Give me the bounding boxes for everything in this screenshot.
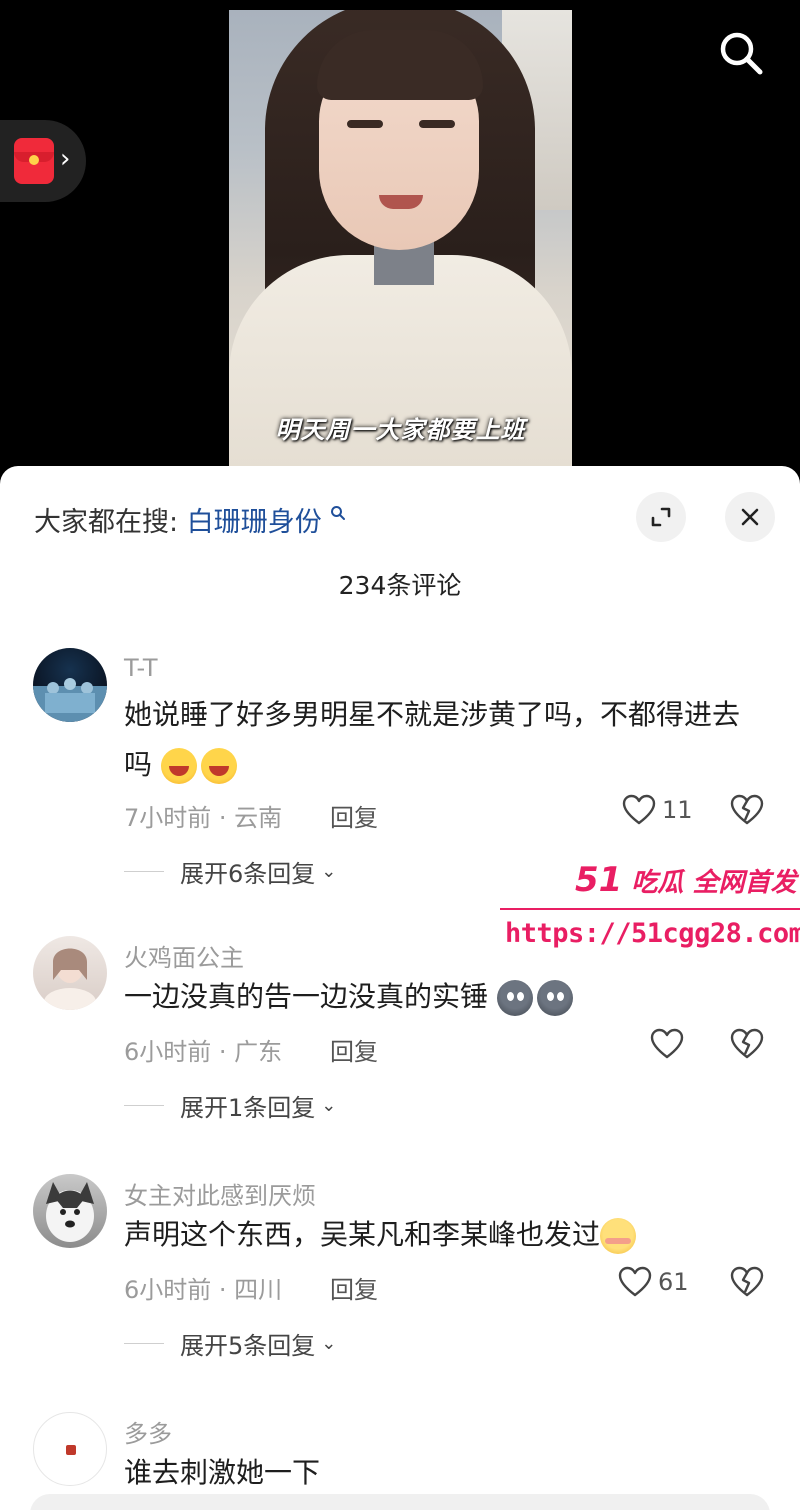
chevron-down-icon: ⌄ bbox=[321, 861, 337, 882]
small-search-icon bbox=[330, 505, 346, 526]
expand-replies-button[interactable]: 展开5条回复 ⌄ bbox=[124, 1326, 336, 1361]
like-button[interactable]: 11 bbox=[622, 794, 693, 826]
laugh-cry-emoji-icon bbox=[200, 748, 237, 784]
like-count: 61 bbox=[658, 1268, 689, 1296]
comment-text-content: 声明这个东西，吴某凡和李某峰也发过 bbox=[124, 1218, 601, 1251]
close-icon[interactable] bbox=[725, 492, 775, 542]
chevron-down-icon: ⌄ bbox=[321, 1095, 337, 1116]
comment-meta: 6小时前 · 广东 bbox=[124, 1038, 283, 1066]
watermark-brand: 51 吃瓜 全网首发 bbox=[575, 860, 796, 900]
avatar[interactable] bbox=[33, 936, 107, 1010]
avatar[interactable] bbox=[33, 1412, 107, 1486]
dislike-button[interactable] bbox=[730, 1266, 764, 1302]
expand-replies-label: 展开1条回复 bbox=[180, 1094, 316, 1122]
hot-search-link[interactable]: 大家都在搜: 白珊珊身份 bbox=[34, 500, 346, 539]
expand-replies-button[interactable]: 展开6条回复 ⌄ bbox=[124, 854, 336, 889]
hot-search-prefix: 大家都在搜: bbox=[34, 507, 179, 538]
video-frame[interactable]: 明天周一大家都要上班 bbox=[229, 10, 572, 475]
comment-sheet: 大家都在搜: 白珊珊身份 234条评论 T-T 她说睡了好多男明星不就是涉黄了吗… bbox=[0, 466, 800, 1510]
video-person-bangs bbox=[317, 30, 483, 100]
watermark-divider bbox=[500, 908, 800, 910]
comment-text-content: 一边没真的告一边没真的实锤 bbox=[124, 980, 489, 1013]
watermark-number: 51 bbox=[575, 860, 623, 900]
comment-username[interactable]: 多多 bbox=[124, 1414, 172, 1449]
divider-line bbox=[124, 1105, 164, 1106]
avatar[interactable] bbox=[33, 1174, 107, 1248]
comment-username[interactable]: T-T bbox=[124, 654, 158, 682]
red-packet-button[interactable]: › bbox=[0, 120, 86, 202]
dislike-button[interactable] bbox=[730, 1028, 764, 1064]
like-button[interactable]: 61 bbox=[618, 1266, 689, 1298]
comment-text: 她说睡了好多男明星不就是涉黄了吗，不都得进去吗 bbox=[124, 690, 764, 790]
divider-line bbox=[124, 871, 164, 872]
like-button[interactable] bbox=[650, 1028, 690, 1060]
avatar[interactable] bbox=[33, 648, 107, 722]
watermark: 51 吃瓜 全网首发 https://51cgg28.com bbox=[500, 860, 800, 960]
video-person-eye-left bbox=[347, 120, 383, 128]
video-subtitle: 明天周一大家都要上班 bbox=[275, 415, 526, 444]
chevron-right-icon: › bbox=[60, 144, 71, 174]
reply-button[interactable]: 回复 bbox=[330, 1032, 378, 1067]
comment-text: 声明这个东西，吴某凡和李某峰也发过 bbox=[124, 1210, 764, 1260]
comment-username[interactable]: 女主对此感到厌烦 bbox=[124, 1176, 316, 1211]
expand-replies-button[interactable]: 展开1条回复 ⌄ bbox=[124, 1088, 336, 1123]
dislike-button[interactable] bbox=[730, 794, 764, 830]
expand-replies-label: 展开5条回复 bbox=[180, 1332, 316, 1360]
reply-button[interactable]: 回复 bbox=[330, 798, 378, 833]
search-icon[interactable] bbox=[716, 28, 766, 78]
video-person-eye-right bbox=[419, 120, 455, 128]
heart-icon bbox=[622, 794, 656, 825]
dark-face-emoji-icon bbox=[496, 980, 533, 1016]
broken-heart-icon bbox=[730, 1028, 764, 1059]
comment-text: 一边没真的告一边没真的实锤 bbox=[124, 972, 764, 1022]
reply-button[interactable]: 回复 bbox=[330, 1270, 378, 1305]
comment-meta: 6小时前 · 四川 bbox=[124, 1276, 283, 1304]
red-packet-coin bbox=[29, 155, 39, 165]
expand-replies-label: 展开6条回复 bbox=[180, 860, 316, 888]
comment-count: 234条评论 bbox=[338, 571, 462, 600]
comment-username[interactable]: 火鸡面公主 bbox=[124, 938, 244, 973]
chevron-down-icon: ⌄ bbox=[321, 1333, 337, 1354]
divider-line bbox=[124, 1343, 164, 1344]
heart-icon bbox=[650, 1028, 684, 1059]
comment-meta: 7小时前 · 云南 bbox=[124, 804, 283, 832]
dark-face-emoji-icon bbox=[536, 980, 573, 1016]
watermark-brand-text: 吃瓜 全网首发 bbox=[631, 868, 797, 898]
broken-heart-icon bbox=[730, 1266, 764, 1297]
hot-search-keyword[interactable]: 白珊珊身份 bbox=[187, 507, 322, 538]
expand-icon[interactable] bbox=[636, 492, 686, 542]
comment-input-bar[interactable] bbox=[30, 1494, 770, 1510]
flushed-emoji-icon bbox=[600, 1218, 637, 1254]
comment-text: 谁去刺激她一下 bbox=[124, 1456, 321, 1489]
laugh-cry-emoji-icon bbox=[160, 748, 197, 784]
broken-heart-icon bbox=[730, 794, 764, 825]
heart-icon bbox=[618, 1266, 652, 1297]
video-player[interactable]: 明天周一大家都要上班 › bbox=[0, 0, 800, 475]
watermark-url: https://51cgg28.com bbox=[505, 918, 800, 949]
like-count: 11 bbox=[662, 796, 693, 824]
